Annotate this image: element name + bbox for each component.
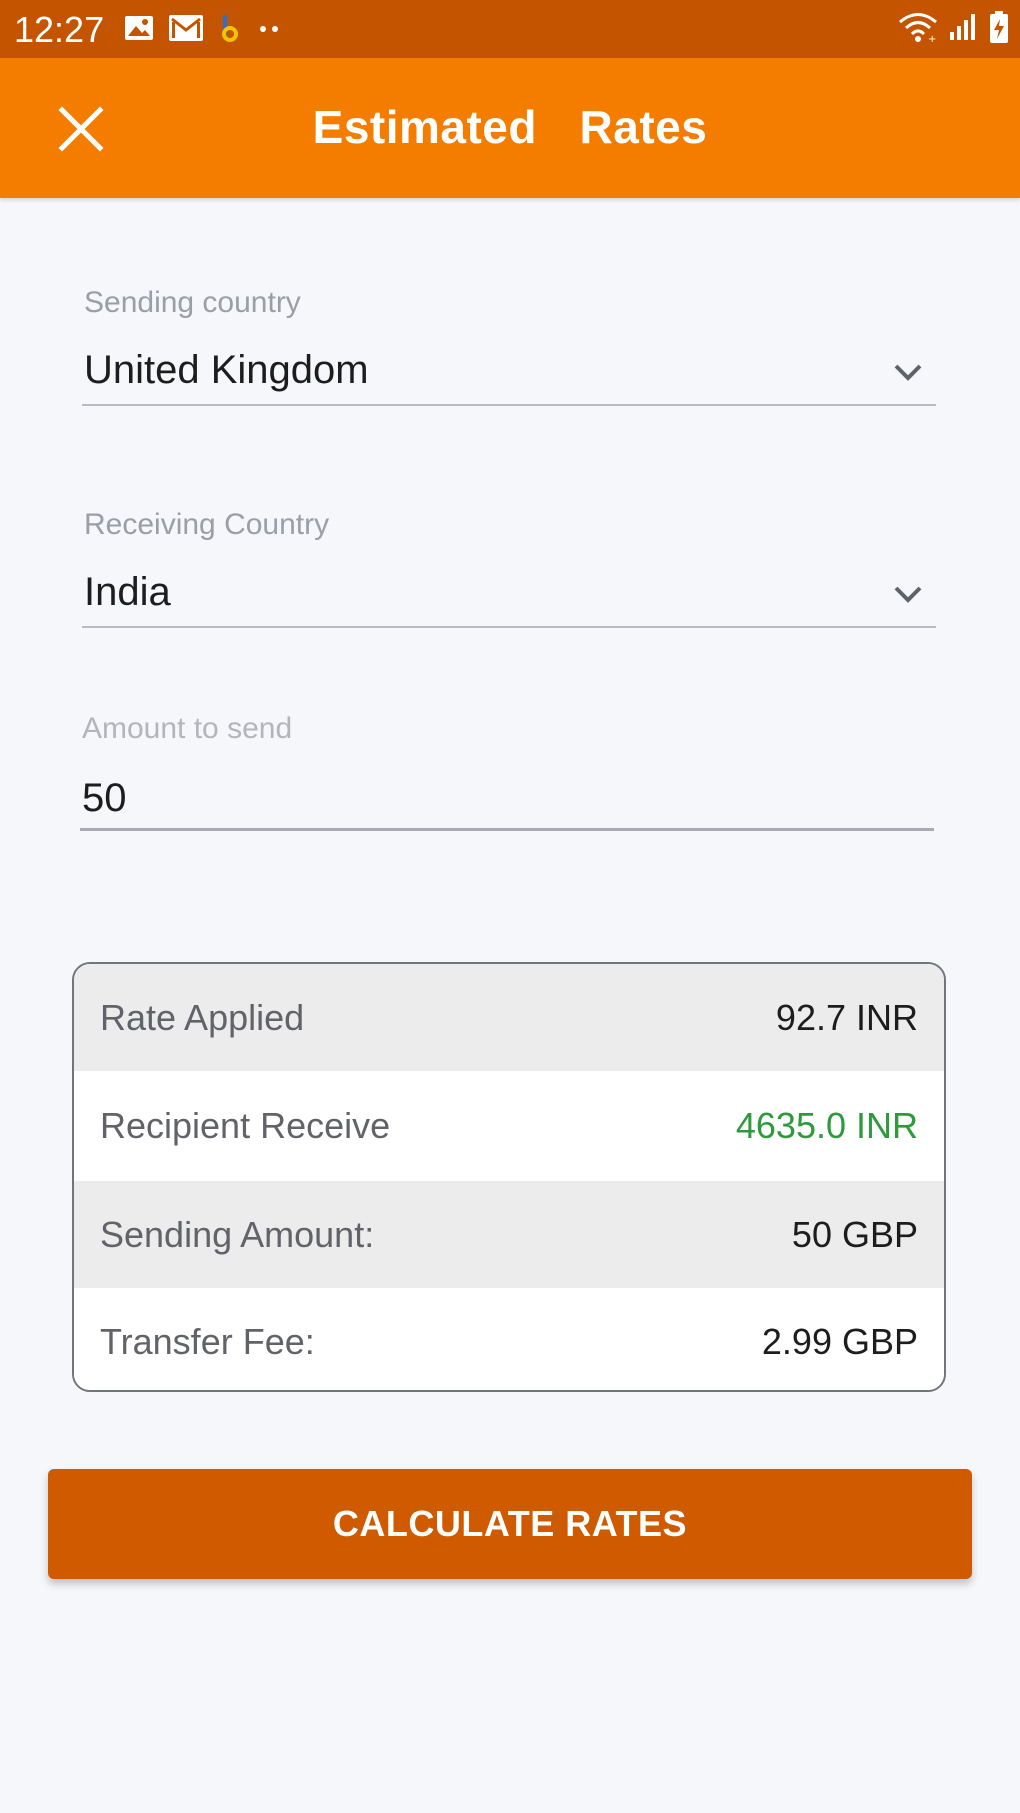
status-time: 12:27	[14, 9, 105, 50]
calculate-rates-button[interactable]: CALCULATE RATES	[48, 1469, 972, 1579]
rate-applied-value: 92.7 INR	[775, 996, 918, 1038]
page-title: Estimated Rates	[312, 101, 708, 153]
status-icons-right: +	[898, 10, 1010, 49]
status-bar: 12:27 +	[0, 0, 1020, 58]
wifi-icon: +	[898, 11, 938, 48]
recipient-receive-value: 4635.0 INR	[735, 1105, 918, 1146]
image-icon	[124, 15, 154, 46]
app-bar: Estimated Rates	[0, 58, 1020, 198]
status-icons-left	[124, 14, 284, 46]
sending-country-value: United Kingdom	[84, 348, 369, 392]
app-notification-icon	[218, 13, 240, 48]
amount-underline	[80, 828, 934, 831]
chevron-down-icon	[890, 354, 926, 390]
sending-country-underline	[82, 404, 936, 406]
amount-label: Amount to send	[82, 712, 293, 745]
receiving-country-dropdown[interactable]: Receiving Country India	[82, 508, 936, 632]
amount-input[interactable]: 50	[82, 776, 127, 821]
svg-text:+: +	[928, 34, 936, 43]
sending-amount-label: Sending Amount:	[100, 1213, 375, 1255]
rates-summary-card: Rate Applied 92.7 INR Recipient Receive …	[72, 962, 946, 1392]
sending-amount-row: Sending Amount: 50 GBP	[74, 1181, 944, 1288]
chevron-down-icon	[890, 576, 926, 612]
sending-country-label: Sending country	[84, 286, 301, 319]
signal-icon	[948, 12, 978, 47]
sending-country-dropdown[interactable]: Sending country United Kingdom	[82, 286, 936, 410]
rate-applied-row: Rate Applied 92.7 INR	[74, 964, 944, 1071]
recipient-receive-label: Recipient Receive	[100, 1105, 391, 1146]
gmail-icon	[168, 14, 204, 47]
rate-applied-label: Rate Applied	[100, 996, 305, 1038]
receiving-country-label: Receiving Country	[84, 508, 330, 541]
transfer-fee-row: Transfer Fee: 2.99 GBP	[74, 1288, 944, 1390]
transfer-fee-label: Transfer Fee:	[100, 1320, 315, 1362]
receiving-country-value: India	[84, 570, 171, 614]
recipient-receive-row: Recipient Receive 4635.0 INR	[74, 1071, 944, 1181]
more-dots-icon	[254, 21, 284, 39]
transfer-fee-value: 2.99 GBP	[761, 1320, 918, 1362]
amount-field[interactable]: Amount to send 50	[80, 712, 934, 834]
sending-amount-value: 50 GBP	[791, 1213, 918, 1255]
receiving-country-underline	[82, 626, 936, 628]
battery-charging-icon	[988, 10, 1010, 49]
